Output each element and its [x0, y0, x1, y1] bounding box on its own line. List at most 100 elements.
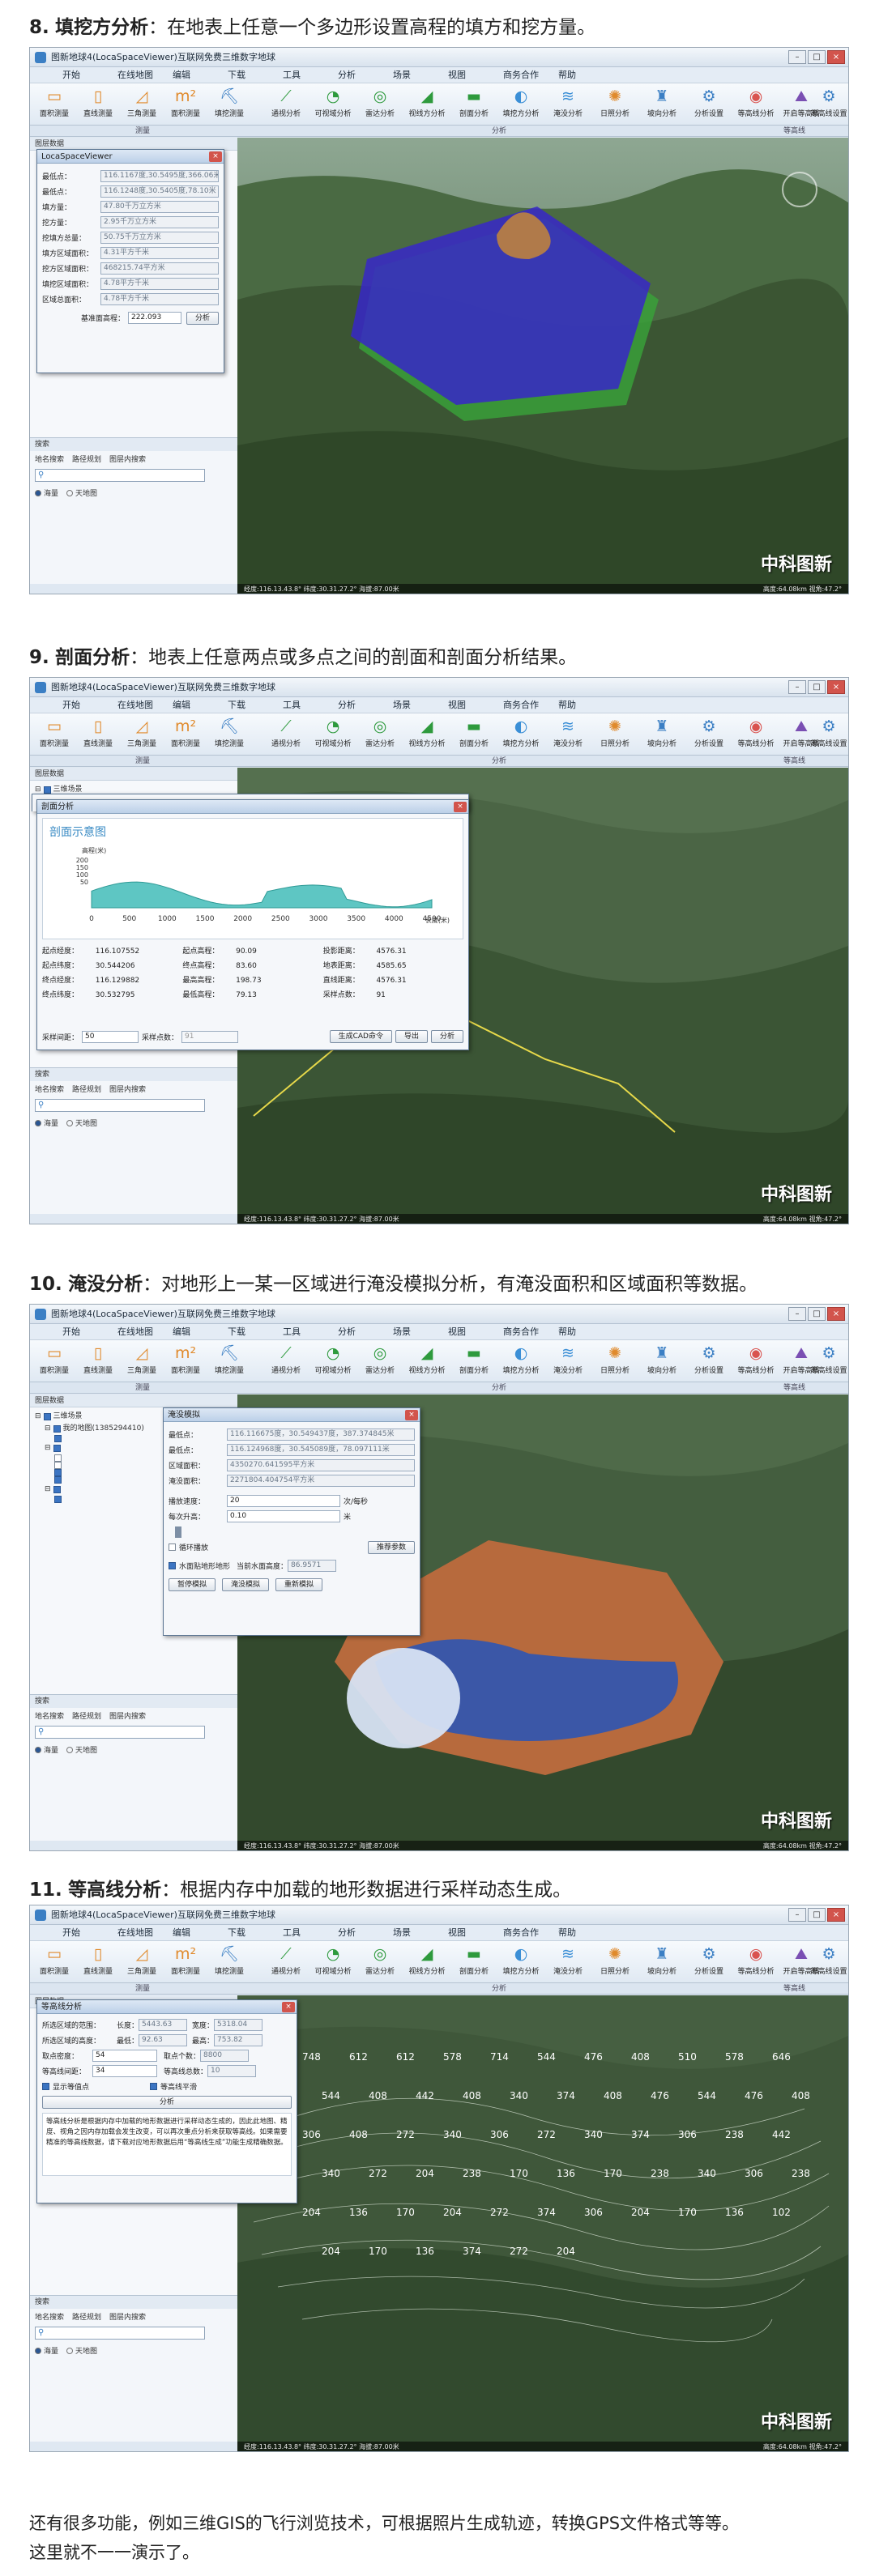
sample-density-input[interactable]: 54: [92, 2050, 157, 2062]
visibility-button[interactable]: ⟋ 通视分析: [265, 715, 307, 754]
line-measure-button[interactable]: ▯ 直线测量: [77, 715, 119, 754]
dialog-close-button[interactable]: ×: [282, 2002, 295, 2012]
menu-scene[interactable]: 场景: [393, 67, 448, 83]
maximize-button[interactable]: □: [808, 1908, 826, 1922]
sunlight-button[interactable]: ✺ 日照分析: [594, 85, 636, 124]
maximize-button[interactable]: □: [808, 1307, 826, 1321]
generate-cad-button[interactable]: 生成CAD命令: [329, 1030, 392, 1043]
radio-tianditu[interactable]: 天地图: [66, 488, 97, 498]
menu-analysis[interactable]: 分析: [338, 67, 393, 83]
flood-button[interactable]: ≋ 淹没分析: [547, 715, 589, 754]
water-surface-checkbox[interactable]: [169, 1562, 176, 1569]
viewshed-button[interactable]: ◔ 可视域分析: [312, 85, 354, 124]
close-button[interactable]: ×: [827, 1307, 845, 1321]
aspect-button[interactable]: ♜ 坡向分析: [641, 85, 683, 124]
triangle-measure-button[interactable]: ◿ 三角测量: [121, 1943, 163, 1982]
minimize-button[interactable]: –: [788, 680, 806, 694]
analysis-settings-button[interactable]: ⚙ 分析设置: [688, 1342, 730, 1381]
cutfill-measure-button[interactable]: ⛏ 填挖测量: [208, 715, 250, 754]
triangle-measure-button[interactable]: ◿ 三角测量: [121, 715, 163, 754]
cutfill-button[interactable]: ◐ 填挖方分析: [500, 1342, 542, 1381]
dialog-close-button[interactable]: ×: [209, 151, 222, 162]
flood-button[interactable]: ≋ 淹没分析: [547, 1943, 589, 1982]
smooth-checkbox[interactable]: [150, 2083, 157, 2090]
analysis-settings-button[interactable]: ⚙ 分析设置: [688, 1943, 730, 1982]
contour-button[interactable]: ◉ 等高线分析: [735, 1342, 777, 1381]
contour-settings-button[interactable]: ⚙ 等高线设置: [808, 85, 848, 124]
pause-button[interactable]: 暂停模拟: [169, 1578, 216, 1591]
flood-button[interactable]: ≋ 淹没分析: [547, 85, 589, 124]
tab-route[interactable]: 路径规划: [72, 453, 101, 464]
sight-button[interactable]: ◢ 视线方分析: [406, 85, 448, 124]
sunlight-button[interactable]: ✺ 日照分析: [594, 715, 636, 754]
radar-button[interactable]: ◎ 雷达分析: [359, 715, 401, 754]
area-measure-2-button[interactable]: m² 面积测量: [164, 715, 207, 754]
analysis-settings-button[interactable]: ⚙ 分析设置: [688, 715, 730, 754]
line-measure-button[interactable]: ▯ 直线测量: [77, 85, 119, 124]
show-points-checkbox[interactable]: [42, 2083, 49, 2090]
aspect-button[interactable]: ♜ 坡向分析: [641, 715, 683, 754]
menu-start[interactable]: 开始: [62, 67, 117, 83]
sight-button[interactable]: ◢ 视线方分析: [406, 1342, 448, 1381]
profile-button[interactable]: ▬ 剖面分析: [453, 715, 495, 754]
radio-massive[interactable]: 海量: [35, 488, 58, 498]
menu-online-map[interactable]: 在线地图: [117, 67, 173, 83]
sight-button[interactable]: ◢ 视线方分析: [406, 1943, 448, 1982]
dialog-close-button[interactable]: ×: [454, 802, 467, 812]
tab-place-search[interactable]: 地名搜索: [35, 453, 64, 464]
viewshed-button[interactable]: ◔ 可视域分析: [312, 1943, 354, 1982]
profile-button[interactable]: ▬ 剖面分析: [453, 1943, 495, 1982]
menu-download[interactable]: 下载: [228, 67, 283, 83]
line-measure-button[interactable]: ▯ 直线测量: [77, 1943, 119, 1982]
search-input[interactable]: ⚲: [35, 1099, 205, 1112]
restart-button[interactable]: 重新模拟: [275, 1578, 323, 1591]
minimize-button[interactable]: –: [788, 1307, 806, 1321]
contour-settings-button[interactable]: ⚙ 等高线设置: [808, 1342, 848, 1381]
sunlight-button[interactable]: ✺ 日照分析: [594, 1943, 636, 1982]
simulate-button[interactable]: 淹没模拟: [222, 1578, 270, 1591]
analyze-button[interactable]: 分析: [430, 1030, 463, 1043]
analysis-settings-button[interactable]: ⚙ 分析设置: [688, 85, 730, 124]
area-measure-button[interactable]: ▭ 面积测量: [33, 85, 75, 124]
area-measure-button[interactable]: ▭ 面积测量: [33, 1342, 75, 1381]
search-input[interactable]: ⚲: [35, 469, 205, 482]
visibility-button[interactable]: ⟋ 通视分析: [265, 1943, 307, 1982]
dialog-close-button[interactable]: ×: [405, 1410, 418, 1420]
area-measure-2-button[interactable]: m² 面积测量: [164, 1943, 207, 1982]
contour-interval-input[interactable]: 34: [92, 2065, 157, 2077]
contour-button[interactable]: ◉ 等高线分析: [735, 85, 777, 124]
cutfill-measure-button[interactable]: ⛏ 填挖测量: [208, 85, 250, 124]
area-measure-button[interactable]: ▭ 面积测量: [33, 715, 75, 754]
viewshed-button[interactable]: ◔ 可视域分析: [312, 715, 354, 754]
cutfill-button[interactable]: ◐ 填挖方分析: [500, 85, 542, 124]
profile-button[interactable]: ▬ 剖面分析: [453, 1342, 495, 1381]
contour-button[interactable]: ◉ 等高线分析: [735, 1943, 777, 1982]
map-view[interactable]: 中科图新 经度:116.13.43.8° 纬度:30.31.27.2° 海拔:8…: [237, 138, 848, 594]
cutfill-button[interactable]: ◐ 填挖方分析: [500, 1943, 542, 1982]
radar-button[interactable]: ◎ 雷达分析: [359, 85, 401, 124]
visibility-button[interactable]: ⟋ 通视分析: [265, 85, 307, 124]
rise-step-input[interactable]: 0.10: [227, 1510, 340, 1522]
aspect-button[interactable]: ♜ 坡向分析: [641, 1342, 683, 1381]
menu-business[interactable]: 商务合作: [503, 67, 558, 83]
export-button[interactable]: 导出: [395, 1030, 428, 1043]
menu-tools[interactable]: 工具: [283, 67, 338, 83]
area-measure-2-button[interactable]: m² 面积测量: [164, 1342, 207, 1381]
area-measure-2-button[interactable]: m² 面积测量: [164, 85, 207, 124]
cutfill-measure-button[interactable]: ⛏ 填挖测量: [208, 1943, 250, 1982]
menu-help[interactable]: 帮助: [558, 67, 613, 83]
triangle-measure-button[interactable]: ◿ 三角测量: [121, 85, 163, 124]
maximize-button[interactable]: □: [808, 50, 826, 64]
loop-checkbox[interactable]: [169, 1543, 176, 1551]
profile-button[interactable]: ▬ 剖面分析: [453, 85, 495, 124]
contour-button[interactable]: ◉ 等高线分析: [735, 715, 777, 754]
visibility-button[interactable]: ⟋ 通视分析: [265, 1342, 307, 1381]
map-view[interactable]: 748 612 612 578 714 544 476 408 510 578 646 544 408 4…: [237, 1995, 848, 2451]
viewshed-button[interactable]: ◔ 可视域分析: [312, 1342, 354, 1381]
close-button[interactable]: ×: [827, 680, 845, 694]
flood-button[interactable]: ≋ 淹没分析: [547, 1342, 589, 1381]
radar-button[interactable]: ◎ 雷达分析: [359, 1342, 401, 1381]
recommend-params-button[interactable]: 推荐参数: [367, 1540, 415, 1554]
cutfill-measure-button[interactable]: ⛏ 填挖测量: [208, 1342, 250, 1381]
search-input[interactable]: ⚲: [35, 1726, 205, 1739]
